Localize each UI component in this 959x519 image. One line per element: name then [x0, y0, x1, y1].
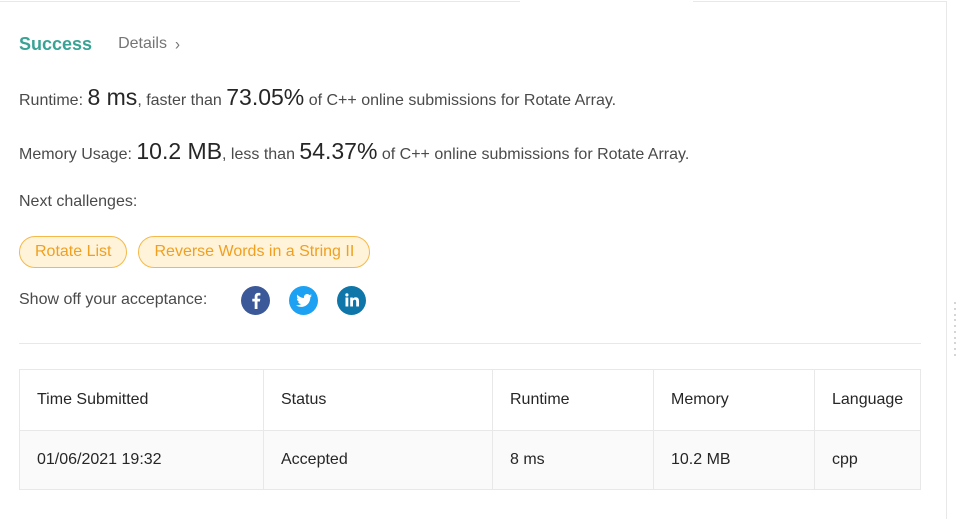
- cell-status-accepted-link[interactable]: Accepted: [263, 430, 493, 490]
- cell-language: cpp: [814, 430, 921, 490]
- runtime-label: Runtime:: [19, 92, 88, 109]
- facebook-icon[interactable]: [241, 285, 271, 315]
- cell-time-submitted: 01/06/2021 19:32: [19, 430, 264, 490]
- memory-suffix: of C++ online submissions for Rotate Arr…: [377, 146, 690, 163]
- top-border-left: [0, 1, 520, 2]
- share-row: Show off your acceptance:: [19, 285, 367, 315]
- challenge-chip-reverse-words[interactable]: Reverse Words in a String II: [138, 236, 371, 268]
- success-status: Success: [19, 33, 93, 54]
- column-header-memory: Memory: [653, 369, 815, 431]
- table-header-row: Time Submitted Status Runtime Memory Lan…: [19, 369, 921, 431]
- runtime-value: 8 ms: [87, 84, 138, 110]
- twitter-icon[interactable]: [289, 285, 319, 315]
- runtime-stat: Runtime: 8 ms, faster than 73.05% of C++…: [19, 84, 616, 111]
- share-label: Show off your acceptance:: [19, 291, 208, 308]
- result-header: Success Details ›: [19, 31, 180, 57]
- memory-percent: 54.37%: [299, 138, 378, 164]
- top-border-right: [693, 1, 947, 2]
- cell-runtime: 8 ms: [492, 430, 654, 490]
- section-divider: [19, 343, 921, 344]
- submissions-table: Time Submitted Status Runtime Memory Lan…: [19, 369, 921, 490]
- chevron-right-icon: ›: [174, 34, 180, 54]
- runtime-faster-text: , faster than: [137, 92, 227, 109]
- memory-label: Memory Usage:: [19, 146, 137, 163]
- next-challenges-list: Rotate List Reverse Words in a String II: [19, 236, 371, 268]
- panel-right-border: [946, 1, 947, 519]
- runtime-percent: 73.05%: [226, 84, 305, 110]
- resize-handle[interactable]: [954, 302, 957, 356]
- column-header-language: Language: [814, 369, 921, 431]
- memory-less-text: , less than: [222, 146, 300, 163]
- column-header-runtime: Runtime: [492, 369, 654, 431]
- details-link[interactable]: Details ›: [118, 34, 180, 54]
- table-row: 01/06/2021 19:32 Accepted 8 ms 10.2 MB c…: [19, 430, 921, 490]
- cell-memory: 10.2 MB: [653, 430, 815, 490]
- runtime-suffix: of C++ online submissions for Rotate Arr…: [304, 92, 617, 109]
- next-challenges-label: Next challenges:: [19, 193, 138, 210]
- challenge-chip-rotate-list[interactable]: Rotate List: [19, 236, 128, 268]
- linkedin-icon[interactable]: [337, 285, 367, 315]
- social-share-buttons: [241, 285, 367, 315]
- details-label: Details: [118, 35, 167, 52]
- submission-result-panel: Success Details › Runtime: 8 ms, faster …: [0, 0, 959, 519]
- column-header-time-submitted: Time Submitted: [19, 369, 264, 431]
- memory-stat: Memory Usage: 10.2 MB, less than 54.37% …: [19, 138, 689, 165]
- column-header-status: Status: [263, 369, 493, 431]
- memory-value: 10.2 MB: [136, 138, 223, 164]
